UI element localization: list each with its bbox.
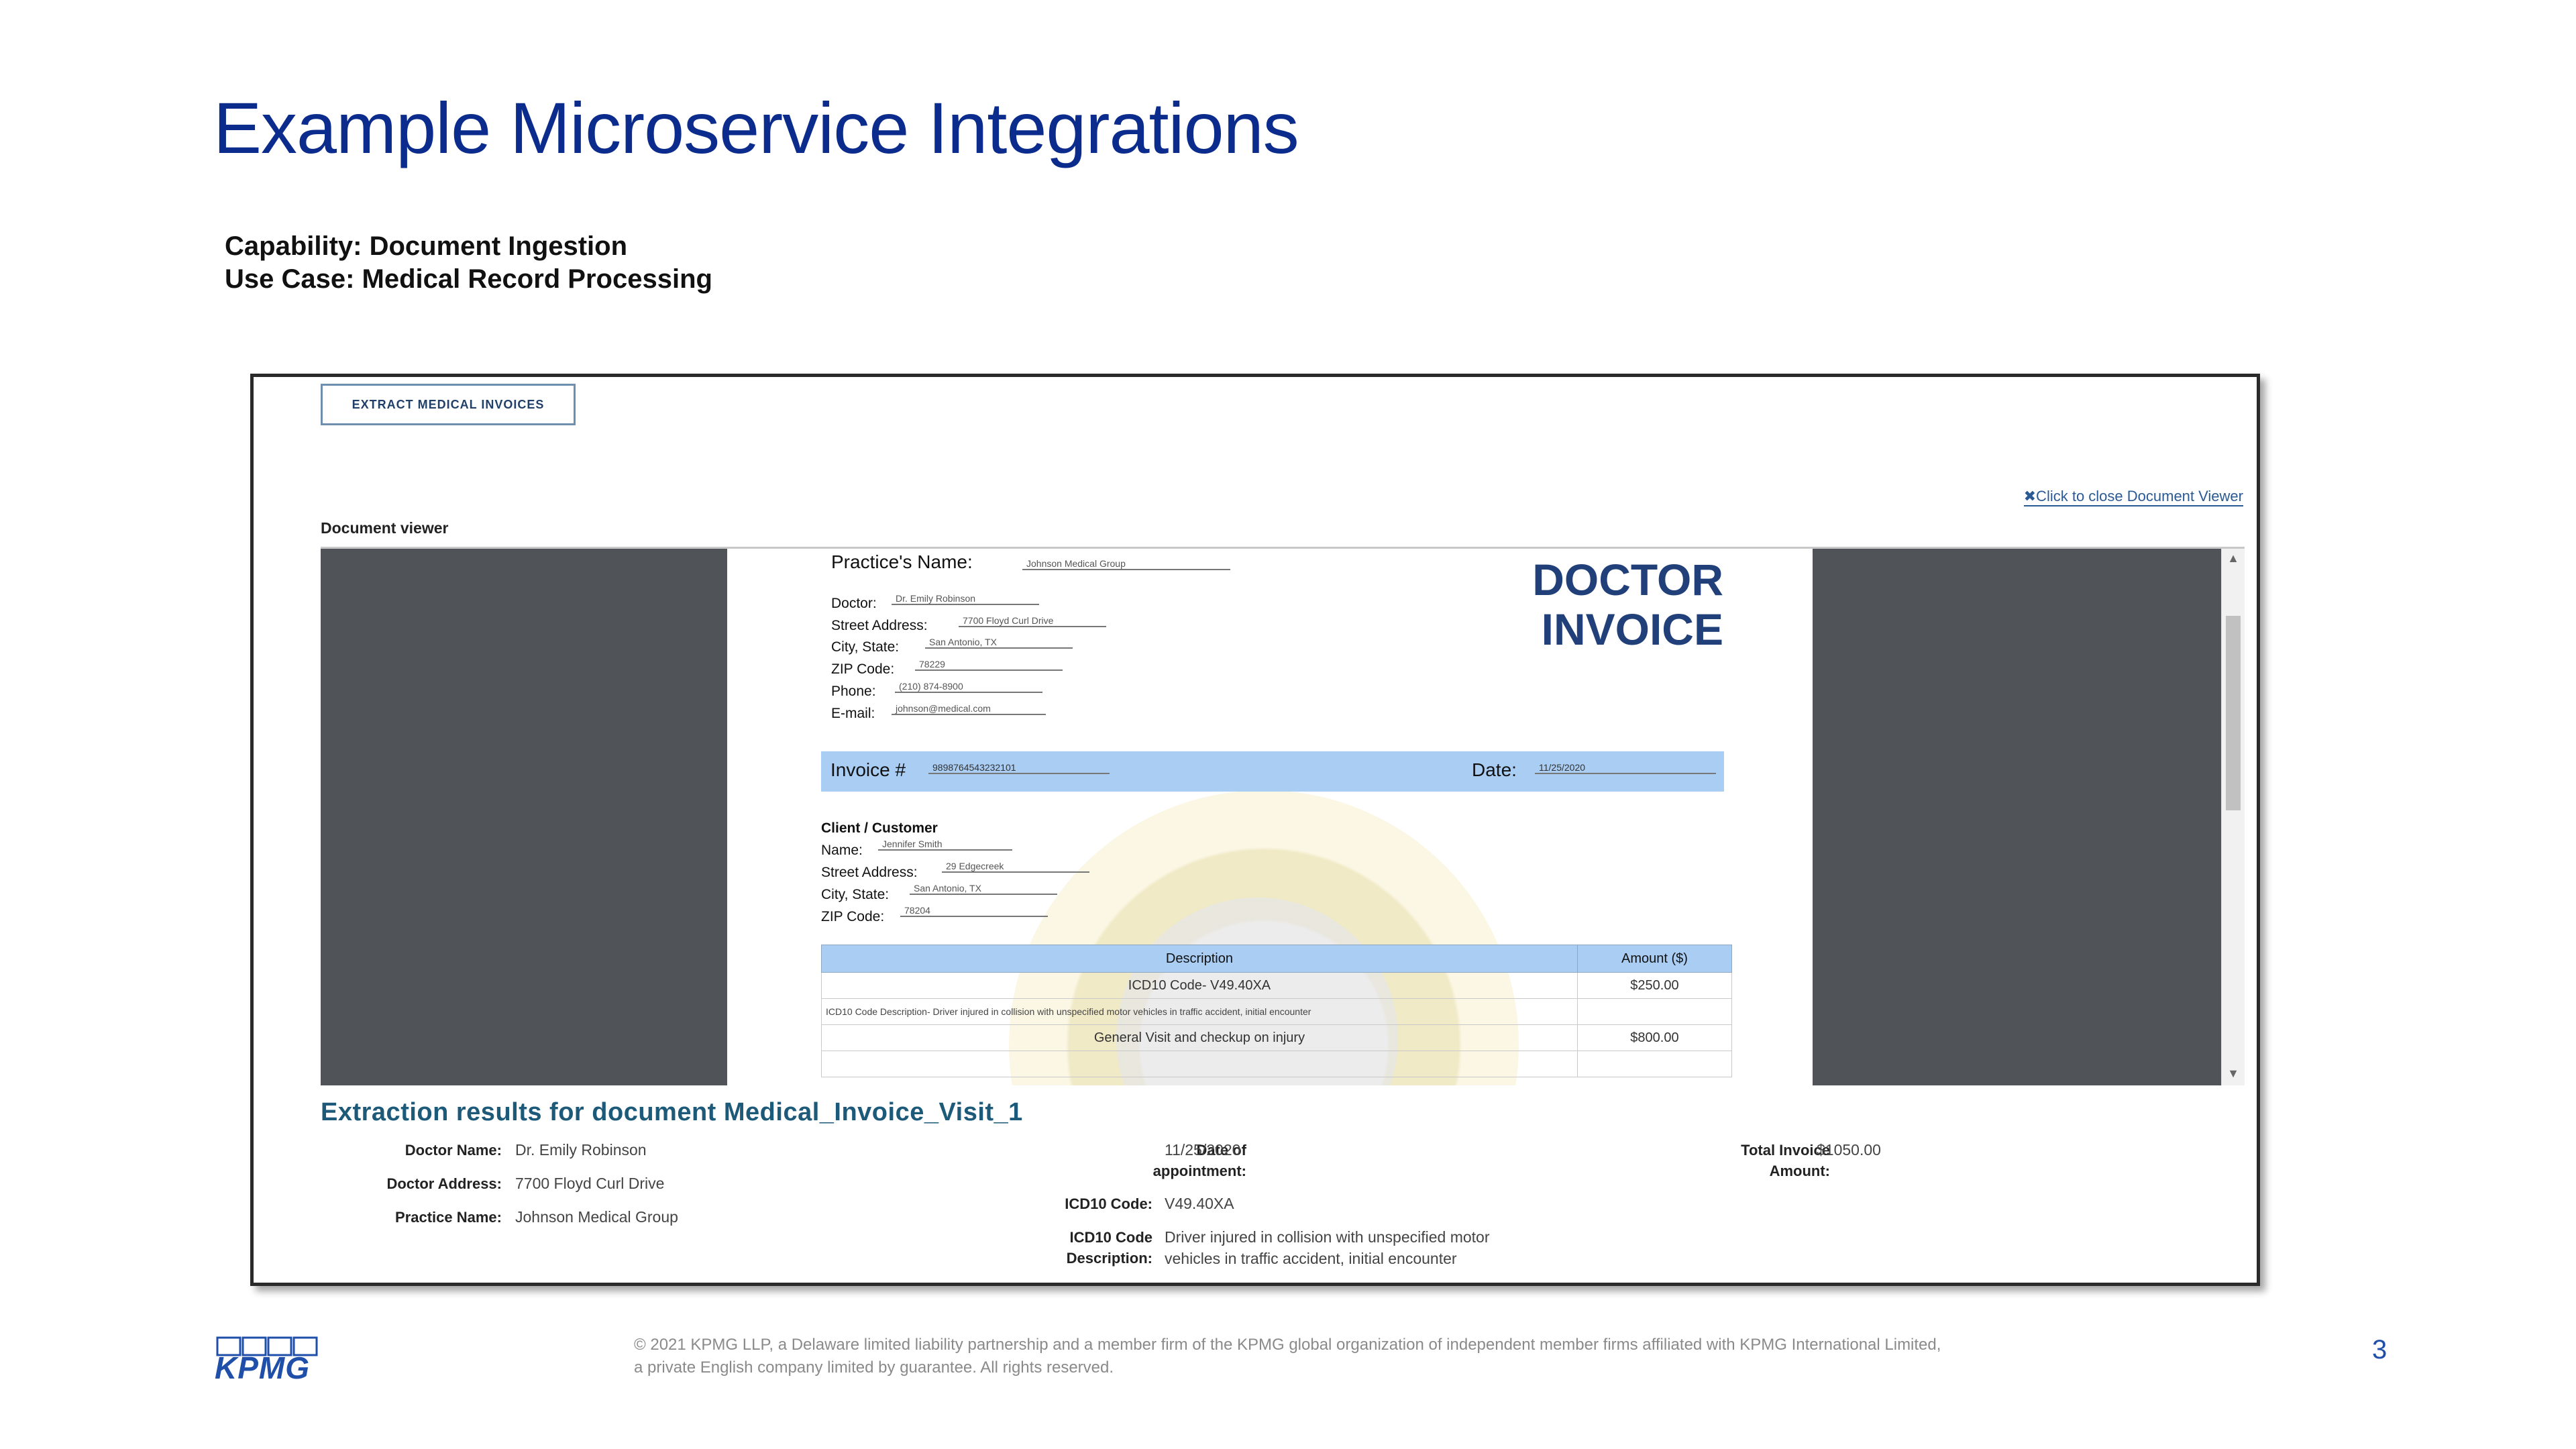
close-document-viewer-link[interactable]: ✖Click to close Document Viewer [2023,488,2243,506]
table-row: ICD10 Code Description- Driver injured i… [821,998,1733,1025]
practice-name-result-label: Practice Name: [395,1209,502,1226]
row-amount [1576,1051,1733,1077]
icd-description-result-value: Driver injured in collision with unspeci… [1165,1226,1489,1269]
appointment-date-label-line2: appointment: [1152,1162,1246,1179]
client-city-label: City, State: [821,887,890,902]
client-city-value: San Antonio, TX [910,883,1057,895]
client-name-label: Name: [821,843,863,858]
icd-description-value-line2: vehicles in traffic accident, initial en… [1165,1250,1457,1268]
icd-description-result-label: ICD10 Code Description: [1025,1228,1152,1269]
line-items-table: Description Amount ($) ICD10 Code- V49.4… [821,945,1733,1077]
email-label: E-mail: [831,706,875,721]
client-heading: Client / Customer [821,820,938,836]
app-screenshot-frame: EXTRACT MEDICAL INVOICES ✖Click to close… [250,374,2260,1286]
date-value: 11/25/2020 [1535,762,1716,774]
client-street-value: 29 Edgecreek [942,861,1089,873]
kpmg-logo-text: KPMG [215,1350,310,1385]
description-header: Description [821,945,1578,973]
page-number: 3 [2372,1335,2387,1364]
amount-header: Amount ($) [1576,945,1733,973]
doctor-label: Doctor: [831,596,877,611]
city-state-label: City, State: [831,639,900,655]
icd-description-label-line2: Description: [1066,1249,1152,1267]
row-amount: $250.00 [1576,972,1733,999]
use-case-subtitle: Use Case: Medical Record Processing [225,264,712,294]
row-description [821,1051,1578,1077]
icd-code-result-label: ICD10 Code: [1065,1195,1152,1212]
footer-copyright-line2: a private English company limited by gua… [634,1358,1114,1377]
row-description: ICD10 Code- V49.40XA [821,972,1578,999]
city-state-value: San Antonio, TX [925,637,1073,649]
extraction-results-title: Extraction results for document Medical_… [321,1098,1023,1126]
street-address-label: Street Address: [831,618,928,633]
client-street-label: Street Address: [821,865,918,880]
invoice-number-bar: Invoice # 9898764543232101 Date: 11/25/2… [821,751,1724,792]
footer-copyright: © 2021 KPMG LLP, a Delaware limited liab… [634,1334,1976,1379]
capability-subtitle: Capability: Document Ingestion [225,231,628,261]
zip-code-label: ZIP Code: [831,661,895,677]
street-address-value: 7700 Floyd Curl Drive [959,615,1106,627]
doctor-name-result-label: Doctor Name: [405,1142,502,1159]
practice-name-label: Practice's Name: [831,551,973,572]
document-viewer[interactable]: Practice's Name: Johnson Medical Group D… [321,547,2245,1085]
row-description: General Visit and checkup on injury [821,1024,1578,1051]
viewer-right-margin [1813,549,2222,1085]
client-zip-value: 78204 [900,905,1048,917]
line-items-header-row: Description Amount ($) [821,945,1733,973]
row-amount: $800.00 [1576,1024,1733,1051]
date-label: Date: [1472,759,1517,780]
doctor-invoice-heading: DOCTOR INVOICE [1522,555,1723,655]
table-row: General Visit and checkup on injury $800… [821,1024,1733,1051]
doctor-address-result-label: Doctor Address: [386,1175,502,1192]
total-invoice-label-line1: Total Invoice [1741,1142,1830,1159]
doctor-value: Dr. Emily Robinson [892,593,1039,605]
doctor-invoice-heading-line1: DOCTOR [1532,555,1723,604]
zip-code-value: 78229 [915,659,1063,671]
total-invoice-result-value: $1050.00 [1817,1141,1881,1159]
phone-label: Phone: [831,684,876,699]
client-name-value: Jennifer Smith [878,839,1012,851]
icd-description-label-line1: ICD10 Code [1069,1229,1152,1246]
doctor-name-result-value: Dr. Emily Robinson [515,1141,647,1159]
viewer-scrollbar[interactable]: ▲ ▼ [2221,549,2245,1085]
doctor-address-result-value: 7700 Floyd Curl Drive [515,1175,665,1192]
invoice-number-label: Invoice # [830,759,906,780]
email-value: johnson@medical.com [892,703,1046,715]
footer-copyright-line1: © 2021 KPMG LLP, a Delaware limited liab… [634,1336,1941,1354]
client-zip-label: ZIP Code: [821,909,885,924]
doctor-invoice-heading-line2: INVOICE [1541,604,1723,654]
total-invoice-result-label: Total Invoice Amount: [1629,1140,1830,1182]
row-description: ICD10 Code Description- Driver injured i… [821,998,1578,1025]
table-row [821,1051,1733,1077]
scroll-down-arrow-icon[interactable]: ▼ [2226,1067,2241,1081]
icd-code-result-value: V49.40XA [1165,1195,1234,1212]
appointment-date-result-value: 11/25/2020 [1165,1141,1241,1159]
scroll-up-arrow-icon[interactable]: ▲ [2226,551,2241,566]
row-amount [1576,998,1733,1025]
extract-medical-invoices-button[interactable]: EXTRACT MEDICAL INVOICES [321,384,576,425]
slide-title: Example Microservice Integrations [213,87,1299,168]
practice-name-value: Johnson Medical Group [1022,558,1230,570]
invoice-page: Practice's Name: Johnson Medical Group D… [727,549,1813,1085]
total-invoice-label-line2: Amount: [1769,1162,1830,1179]
kpmg-logo: KPMG [215,1335,322,1385]
practice-name-result-value: Johnson Medical Group [515,1208,678,1226]
invoice-number-value: 9898764543232101 [928,762,1110,774]
document-viewer-label: Document viewer [321,519,449,537]
scroll-thumb[interactable] [2226,616,2241,810]
phone-value: (210) 874-8900 [895,681,1042,693]
icd-description-value-line1: Driver injured in collision with unspeci… [1165,1228,1490,1246]
table-row: ICD10 Code- V49.40XA $250.00 [821,972,1733,999]
viewer-left-margin [321,549,727,1085]
